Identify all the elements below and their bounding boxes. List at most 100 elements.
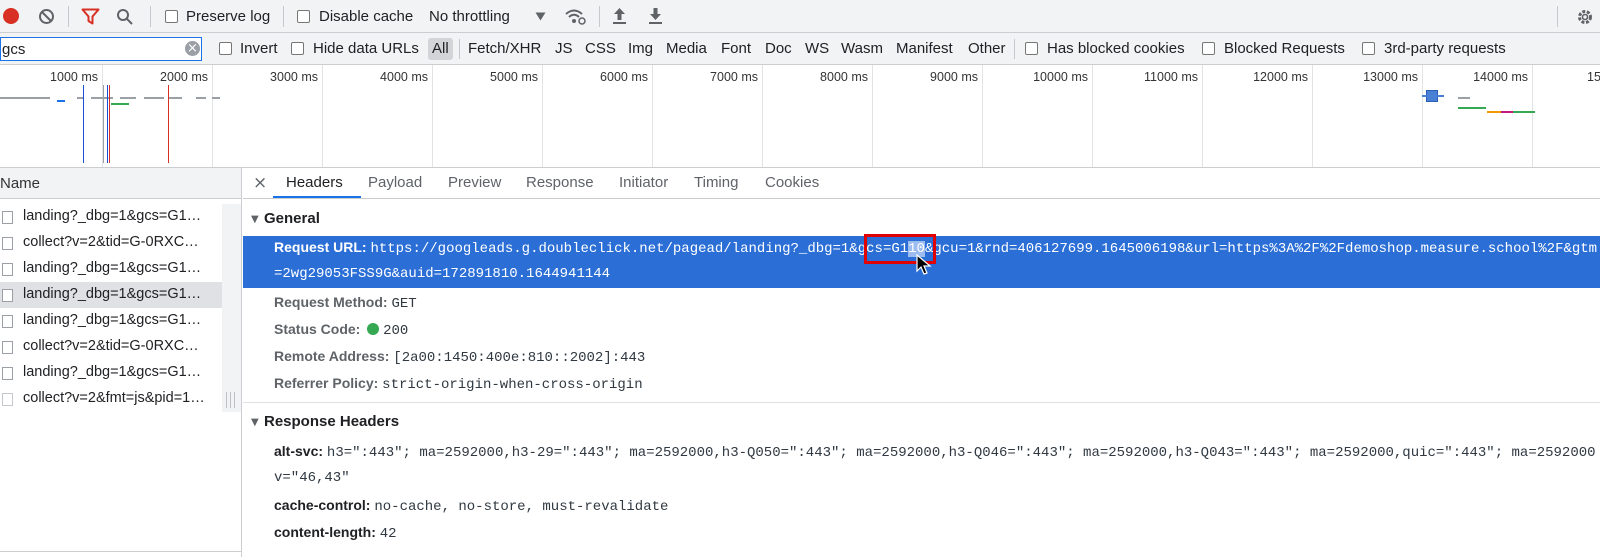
- disable-cache-checkbox[interactable]: [297, 10, 310, 23]
- type-filter-img[interactable]: Img: [628, 40, 653, 57]
- timeline-request-bar: [1458, 107, 1486, 109]
- type-filter-font[interactable]: Font: [721, 40, 751, 57]
- disable-cache-label: Disable cache: [319, 8, 414, 25]
- request-method-label: Request Method:: [274, 294, 388, 310]
- timeline-gridline: [1092, 65, 1093, 167]
- tab-response[interactable]: Response: [526, 174, 594, 191]
- timeline-tick-label: 6000 ms: [600, 70, 648, 84]
- tab-headers[interactable]: Headers: [286, 174, 343, 191]
- blocked-requests-checkbox[interactable]: [1202, 42, 1215, 55]
- status-code-value: 200: [383, 323, 409, 339]
- request-url-line-2: =2wg29053FSS9G&auid=172891810.1644941144: [274, 266, 611, 282]
- tab-timing[interactable]: Timing: [694, 174, 738, 191]
- timeline-gridline: [322, 65, 323, 167]
- section-toggle-icon[interactable]: ▼: [251, 214, 259, 225]
- clear-icon[interactable]: [38, 8, 55, 25]
- status-code-label: Status Code:: [274, 321, 361, 337]
- upload-icon[interactable]: [612, 7, 627, 25]
- toolbar-divider: [283, 6, 284, 27]
- content-length-value: 42: [379, 526, 397, 542]
- timeline-request-bar: [1501, 111, 1513, 113]
- request-url-label: Request URL:: [274, 239, 367, 255]
- network-conditions-icon[interactable]: [564, 7, 586, 26]
- timeline-tick-label: 3000 ms: [270, 70, 318, 84]
- timeline-marker-line: [107, 85, 108, 163]
- type-filter-all[interactable]: All: [432, 40, 449, 57]
- row-stripes-gutter: [222, 204, 241, 412]
- referrer-policy-value: strict-origin-when-cross-origin: [382, 377, 643, 393]
- request-row[interactable]: collect?v=2&fmt=js&pid=1…: [0, 386, 222, 412]
- clear-filter-icon[interactable]: ×: [185, 41, 200, 56]
- type-filter-manifest[interactable]: Manifest: [896, 40, 953, 57]
- timeline-gridline: [1532, 65, 1533, 167]
- preserve-log-label: Preserve log: [186, 8, 271, 25]
- throttling-select[interactable]: No throttling: [429, 8, 510, 25]
- timeline-gridline: [762, 65, 763, 167]
- alt-svc-line: alt-svc: h3=":443"; ma=2592000,h3-29=":4…: [274, 443, 1596, 461]
- timeline-gridline: [542, 65, 543, 167]
- gear-icon[interactable]: [1576, 8, 1594, 26]
- timeline-request-bar: [57, 100, 65, 102]
- filter-input-box[interactable]: [0, 37, 202, 61]
- has-blocked-cookies-checkbox[interactable]: [1025, 42, 1038, 55]
- content-length-label: content-length:: [274, 524, 376, 540]
- tab-payload[interactable]: Payload: [368, 174, 422, 191]
- status-dot-icon: [367, 323, 380, 335]
- name-column-header[interactable]: Name: [0, 168, 241, 199]
- cache-control-value: no-cache, no-store, must-revalidate: [374, 499, 669, 515]
- request-row[interactable]: collect?v=2&tid=G-0RXC…: [0, 230, 222, 256]
- hide-data-urls-checkbox[interactable]: [291, 42, 304, 55]
- request-row[interactable]: landing?_dbg=1&gcs=G1…: [0, 308, 222, 334]
- request-row-selected[interactable]: landing?_dbg=1&gcs=G1…: [0, 282, 222, 308]
- request-row[interactable]: landing?_dbg=1&gcs=G1…: [0, 256, 222, 282]
- request-row[interactable]: collect?v=2&tid=G-0RXC…: [0, 334, 222, 360]
- document-icon: [2, 393, 13, 406]
- type-filter-wasm[interactable]: Wasm: [841, 40, 883, 57]
- filter-bar: gcs × Invert Hide data URLs All Fetch/XH…: [0, 33, 1600, 65]
- third-party-checkbox[interactable]: [1362, 42, 1375, 55]
- tab-cookies[interactable]: Cookies: [765, 174, 819, 191]
- timeline-request-bar: [120, 97, 136, 99]
- invert-checkbox[interactable]: [219, 42, 232, 55]
- general-section-title[interactable]: General: [264, 210, 320, 227]
- timeline-gridline: [1202, 65, 1203, 167]
- request-list: Name landing?_dbg=1&gcs=G1… collect?v=2&…: [0, 168, 242, 557]
- type-filter-other[interactable]: Other: [968, 40, 1006, 57]
- type-filter-js[interactable]: JS: [555, 40, 573, 57]
- referrer-policy-line: Referrer Policy: strict-origin-when-cros…: [274, 375, 643, 393]
- document-icon: [2, 367, 13, 380]
- preserve-log-checkbox[interactable]: [165, 10, 178, 23]
- section-toggle-icon[interactable]: ▼: [251, 417, 259, 428]
- resize-handle[interactable]: [226, 392, 227, 408]
- type-filter-media[interactable]: Media: [666, 40, 707, 57]
- tab-initiator[interactable]: Initiator: [619, 174, 668, 191]
- timeline-overview[interactable]: 1000 ms 2000 ms 3000 ms 4000 ms 5000 ms …: [0, 65, 1600, 168]
- toolbar-divider: [68, 6, 69, 27]
- name-column-label: Name: [0, 175, 41, 192]
- status-code-line: Status Code: 200: [274, 321, 408, 339]
- chevron-down-icon[interactable]: [535, 12, 546, 21]
- timeline-tick-label: 8000 ms: [820, 70, 868, 84]
- search-icon[interactable]: [116, 8, 134, 26]
- type-filter-css[interactable]: CSS: [585, 40, 616, 57]
- close-icon[interactable]: ×: [253, 173, 267, 193]
- request-name: landing?_dbg=1&gcs=G1…: [23, 312, 202, 328]
- mouse-cursor-icon: [916, 254, 932, 275]
- filter-icon[interactable]: [81, 8, 100, 25]
- request-row[interactable]: landing?_dbg=1&gcs=G1…: [0, 360, 222, 386]
- load-event-line: [109, 85, 110, 163]
- type-filter-ws[interactable]: WS: [805, 40, 829, 57]
- type-filter-doc[interactable]: Doc: [765, 40, 792, 57]
- request-name: landing?_dbg=1&gcs=G1…: [23, 364, 202, 380]
- record-icon[interactable]: [3, 8, 19, 24]
- response-headers-section-title[interactable]: Response Headers: [264, 413, 399, 430]
- type-filter-fetch-xhr[interactable]: Fetch/XHR: [468, 40, 541, 57]
- toolbar-divider: [599, 6, 600, 27]
- filter-input[interactable]: gcs: [2, 41, 25, 58]
- request-row[interactable]: landing?_dbg=1&gcs=G1…: [0, 204, 222, 230]
- document-icon: [2, 211, 13, 224]
- download-icon[interactable]: [648, 7, 663, 25]
- remote-address-label: Remote Address:: [274, 348, 390, 364]
- tab-preview[interactable]: Preview: [448, 174, 501, 191]
- request-name: collect?v=2&tid=G-0RXC…: [23, 338, 199, 354]
